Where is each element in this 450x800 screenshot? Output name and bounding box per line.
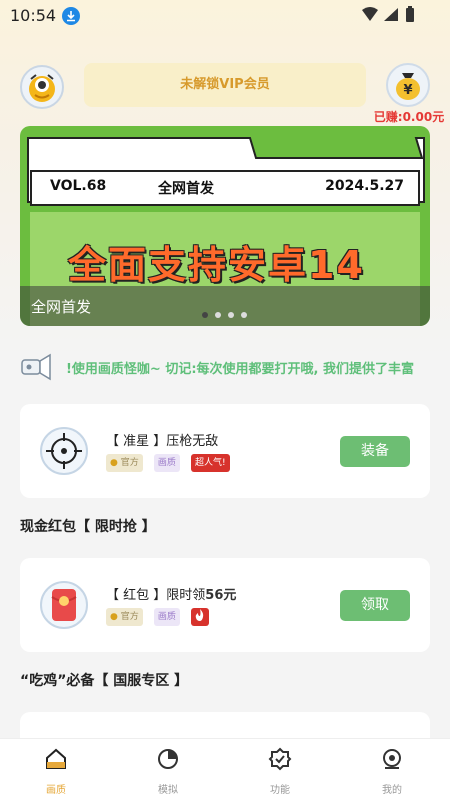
avatar[interactable] (20, 65, 64, 109)
money-bag-button[interactable]: ¥ (386, 63, 430, 107)
redpacket-item-card[interactable]: 【 红包 】限时领56元 ● 官方 画质 领取 (20, 558, 430, 652)
wifi-icon (362, 7, 378, 21)
banner-caption-bar: 全网首发 (20, 286, 430, 326)
item-bracket-label: 【 红包 】 (106, 588, 167, 603)
official-badge-icon: ● (110, 612, 118, 622)
tab-quality[interactable]: 画质 (0, 739, 112, 800)
popular-tag: 超人气! (190, 454, 230, 472)
carousel-indicator (202, 312, 262, 320)
tab-label: 我的 (382, 785, 402, 796)
item-tags: ● 官方 画质 超人气! (106, 454, 236, 472)
item-tags: ● 官方 画质 (106, 608, 215, 626)
pie-chart-icon (158, 749, 178, 769)
official-tag: ● 官方 (106, 454, 143, 472)
earned-amount: 已赚:0.00元 (373, 110, 445, 124)
tab-label: 画质 (46, 785, 66, 796)
mascot-icon (29, 74, 55, 102)
user-icon (383, 749, 401, 769)
status-bar: 10:54 (0, 0, 450, 30)
bottom-tab-bar: 画质 模拟 功能 我的 (0, 738, 450, 800)
quality-tag: 画质 (153, 608, 180, 626)
banner-volume: VOL.68 (50, 178, 107, 194)
svg-text:¥: ¥ (403, 83, 412, 98)
tab-label: 模拟 (158, 785, 178, 796)
item-bracket-label: 【 准星 】 (106, 434, 167, 449)
banner-date: 2024.5.27 (325, 178, 404, 194)
megaphone-icon (21, 353, 51, 381)
item-title: 【 准星 】压枪无敌 (106, 430, 218, 449)
item-title: 【 红包 】限时领56元 (106, 584, 236, 603)
section-title-cash: 现金红包【 限时抢 】 (20, 519, 156, 535)
battery-icon (406, 8, 414, 22)
banner-headline: 全面支持安卓14 (68, 243, 365, 287)
official-badge-icon: ● (110, 458, 118, 468)
banner-paper: VOL.68 全网首发 2024.5.27 (30, 170, 420, 206)
banner-release: 全网首发 (158, 181, 214, 197)
item-name: 限时领 (166, 588, 206, 603)
tab-features[interactable]: 功能 (224, 739, 336, 800)
vip-banner[interactable]: 未解锁VIP会员 (84, 63, 366, 107)
tab-mine[interactable]: 我的 (336, 739, 448, 800)
download-icon (62, 7, 80, 25)
badge-check-icon (268, 747, 292, 771)
crosshair-icon (40, 427, 88, 475)
item-amount: 56元 (205, 588, 237, 603)
home-icon (46, 748, 66, 769)
signal-icon (384, 8, 398, 21)
equip-button[interactable]: 装备 (340, 436, 410, 467)
claim-button[interactable]: 领取 (340, 590, 410, 621)
banner-caption: 全网首发 (31, 298, 92, 316)
header: 未解锁VIP会员 ¥ 已赚:0.00元 (0, 60, 450, 130)
carousel-dot[interactable] (228, 312, 234, 318)
tab-label: 功能 (270, 785, 290, 796)
item-name: 压枪无敌 (166, 434, 219, 449)
notice-text: !使用画质怪咖~ 切记:每次使用都要打开哦, 我们提供了丰富 (66, 362, 415, 377)
carousel-dot[interactable] (202, 312, 208, 318)
quality-tag: 画质 (153, 454, 180, 472)
system-status-icons (362, 6, 414, 22)
red-packet-icon (40, 581, 88, 629)
carousel-dot[interactable] (215, 312, 221, 318)
notice-bar: !使用画质怪咖~ 切记:每次使用都要打开哦, 我们提供了丰富 (0, 348, 450, 386)
official-tag: ● 官方 (106, 608, 143, 626)
promo-carousel[interactable]: VOL.68 全网首发 2024.5.27 全面支持安卓14 全网首发 (20, 126, 430, 326)
section-title-chicken: “吃鸡”必备【 国服专区 】 (20, 673, 189, 689)
crosshair-item-card[interactable]: 【 准星 】压枪无敌 ● 官方 画质 超人气! 装备 (20, 404, 430, 498)
carousel-dot[interactable] (241, 312, 247, 318)
tab-simulate[interactable]: 模拟 (112, 739, 224, 800)
fire-icon (190, 608, 209, 626)
money-bag-icon: ¥ (396, 73, 420, 100)
status-time: 10:54 (10, 6, 57, 25)
